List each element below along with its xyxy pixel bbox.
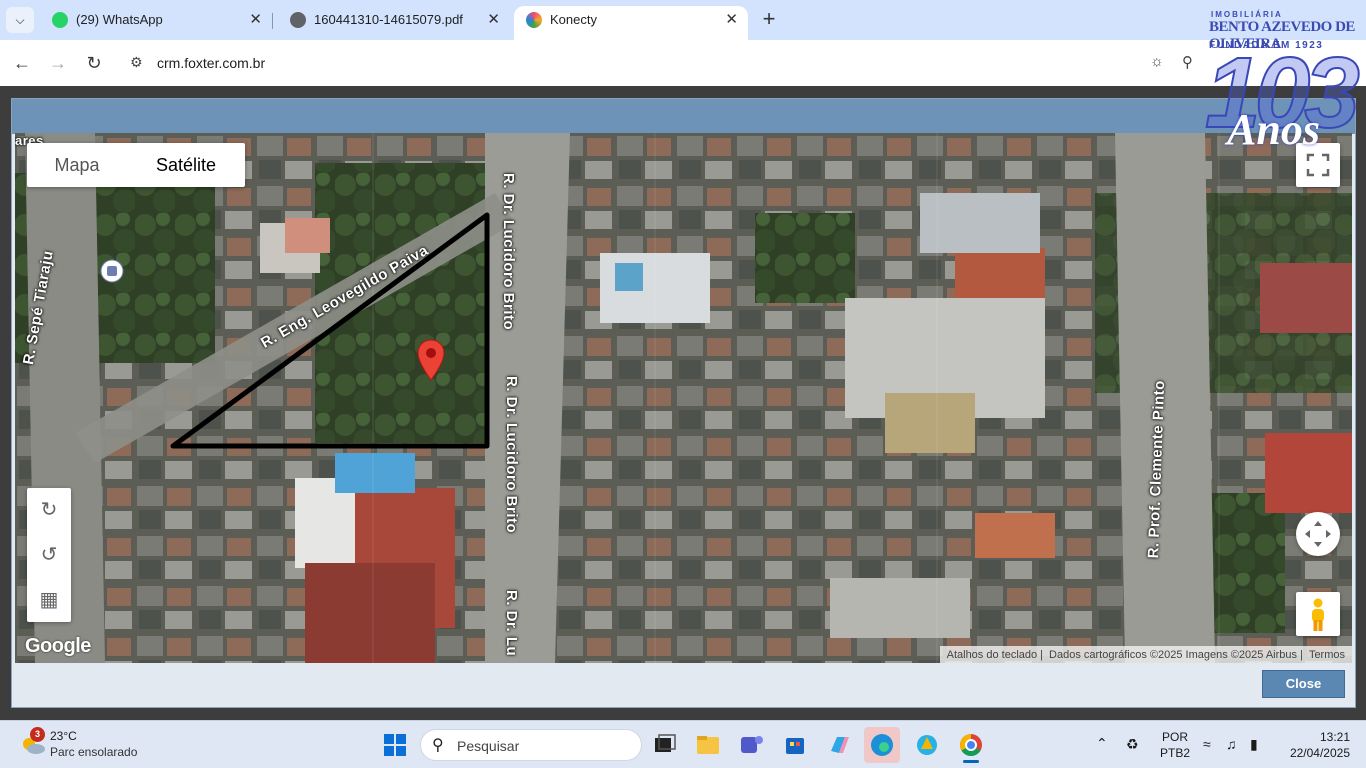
copilot-button[interactable]	[821, 727, 857, 763]
tab-whatsapp[interactable]: (29) WhatsApp ✕	[40, 6, 272, 40]
map-option[interactable]: Mapa	[27, 143, 127, 187]
windows-icon	[384, 734, 406, 756]
modal-header	[12, 99, 1355, 134]
clock-date[interactable]: 22/04/2025	[1280, 746, 1350, 760]
street-label: R. Dr. Lu	[503, 590, 520, 657]
back-button[interactable]: ←	[10, 51, 34, 75]
tilt-icon[interactable]: ▦	[27, 578, 71, 622]
language-bottom[interactable]: PTB2	[1160, 746, 1190, 760]
tab-konecty[interactable]: Konecty ✕	[514, 6, 748, 40]
location-pin-icon[interactable]	[417, 339, 445, 381]
anniversary-logo: 103 IMOBILIÁRIA BENTO AZEVEDO DE OLIVEIR…	[1204, 8, 1361, 168]
browser-tab-bar: ⌵ (29) WhatsApp ✕ 160441310-14615079.pdf…	[0, 0, 1366, 40]
store-button[interactable]	[777, 727, 813, 763]
weather-description: Parc ensolarado	[50, 745, 138, 759]
teams-icon	[741, 736, 763, 753]
map-rotation-controls: ↻ ↺ ▦	[27, 488, 71, 622]
tab-title: (29) WhatsApp	[76, 12, 163, 27]
show-hidden-icons[interactable]: ⌃	[1096, 735, 1108, 752]
app-button[interactable]	[909, 727, 945, 763]
rotate-counterclockwise-icon[interactable]: ↺	[27, 533, 71, 577]
taskbar-search[interactable]: ⚲ Pesquisar	[420, 729, 642, 761]
language-top[interactable]: POR	[1160, 730, 1190, 744]
chrome-icon	[960, 734, 982, 756]
file-explorer-button[interactable]	[690, 727, 726, 763]
google-logo: Google	[25, 635, 91, 657]
chrome-button[interactable]	[953, 727, 989, 763]
search-placeholder: Pesquisar	[457, 738, 520, 754]
map-attribution: Atalhos do teclado | Dados cartográficos …	[939, 646, 1352, 663]
url-text: crm.foxter.com.br	[157, 55, 266, 71]
task-view-icon	[655, 734, 676, 752]
close-button[interactable]: Close	[1262, 670, 1345, 698]
reload-button[interactable]: ↻	[82, 51, 106, 75]
active-app-indicator	[963, 760, 979, 763]
forward-button[interactable]: →	[46, 51, 70, 75]
close-tab-icon[interactable]: ✕	[487, 6, 500, 34]
rotate-clockwise-icon[interactable]: ↻	[27, 488, 71, 532]
clock-time[interactable]: 13:21	[1290, 730, 1350, 744]
eye-off-icon[interactable]: ☼	[1150, 53, 1164, 70]
battery-icon[interactable]: ▮	[1250, 736, 1258, 753]
copilot-icon	[831, 737, 849, 753]
close-tab-icon[interactable]: ✕	[249, 6, 262, 34]
move-camera-icon	[1305, 521, 1331, 547]
tab-title: 160441310-14615079.pdf	[314, 12, 463, 27]
edge-button[interactable]	[864, 727, 900, 763]
map-data-text: Dados cartográficos ©2025 Imagens ©2025 …	[1049, 649, 1298, 661]
logo-line3: FUNDADA EM 1923	[1209, 40, 1324, 51]
notification-badge: 3	[30, 727, 45, 742]
keyboard-shortcuts-link[interactable]: Atalhos do teclado	[947, 649, 1038, 661]
logo-line1: IMOBILIÁRIA	[1211, 10, 1283, 19]
wifi-icon[interactable]: ≈	[1203, 736, 1211, 752]
satellite-map[interactable]: ares R. Sepé Tiaraju R. Eng. Leovegildo …	[15, 133, 1352, 663]
address-bar[interactable]: ⚙ crm.foxter.com.br	[120, 47, 1210, 79]
logo-word: Anos	[1227, 105, 1320, 154]
map-type-toggle: Mapa Satélite	[27, 143, 245, 187]
colorful-app-icon	[917, 735, 937, 755]
street-label: R. Dr. Lucidoro Brito	[503, 376, 520, 534]
teams-button[interactable]	[733, 727, 769, 763]
konecty-icon	[526, 12, 542, 28]
start-button[interactable]	[377, 727, 413, 763]
site-info-icon[interactable]: ⚙	[130, 54, 143, 71]
terms-link[interactable]: Termos	[1309, 649, 1345, 661]
street-label: R. Dr. Lucidoro Brito	[500, 173, 517, 331]
pegman-icon	[1312, 598, 1324, 631]
satellite-option[interactable]: Satélite	[127, 143, 245, 187]
whatsapp-icon	[52, 12, 68, 28]
temperature: 23°C	[50, 729, 77, 743]
zoom-icon[interactable]: ⚲	[1182, 53, 1193, 71]
browser-toolbar: ← → ↻ ⚙ crm.foxter.com.br ☼ ⚲	[0, 40, 1366, 86]
store-icon	[786, 738, 804, 754]
tab-pdf[interactable]: 160441310-14615079.pdf ✕	[278, 6, 510, 40]
globe-icon	[290, 12, 306, 28]
windows-taskbar: 3 23°C Parc ensolarado ⚲ Pesquisar ⌃ ♻ P…	[0, 720, 1366, 768]
edge-icon	[871, 734, 893, 756]
street-view-button[interactable]	[1296, 592, 1340, 636]
network-vpn-icon[interactable]: ♻	[1126, 736, 1139, 753]
folder-icon	[697, 736, 719, 754]
task-view-button[interactable]	[646, 727, 682, 763]
tab-search-button[interactable]: ⌵	[6, 7, 34, 33]
new-tab-button[interactable]: +	[758, 7, 780, 33]
camera-control-button[interactable]	[1296, 512, 1340, 556]
tab-divider	[272, 13, 273, 29]
volume-icon[interactable]: ♫	[1226, 736, 1237, 752]
tab-title: Konecty	[550, 12, 597, 27]
search-icon: ⚲	[432, 737, 444, 754]
close-tab-icon[interactable]: ✕	[725, 6, 738, 34]
